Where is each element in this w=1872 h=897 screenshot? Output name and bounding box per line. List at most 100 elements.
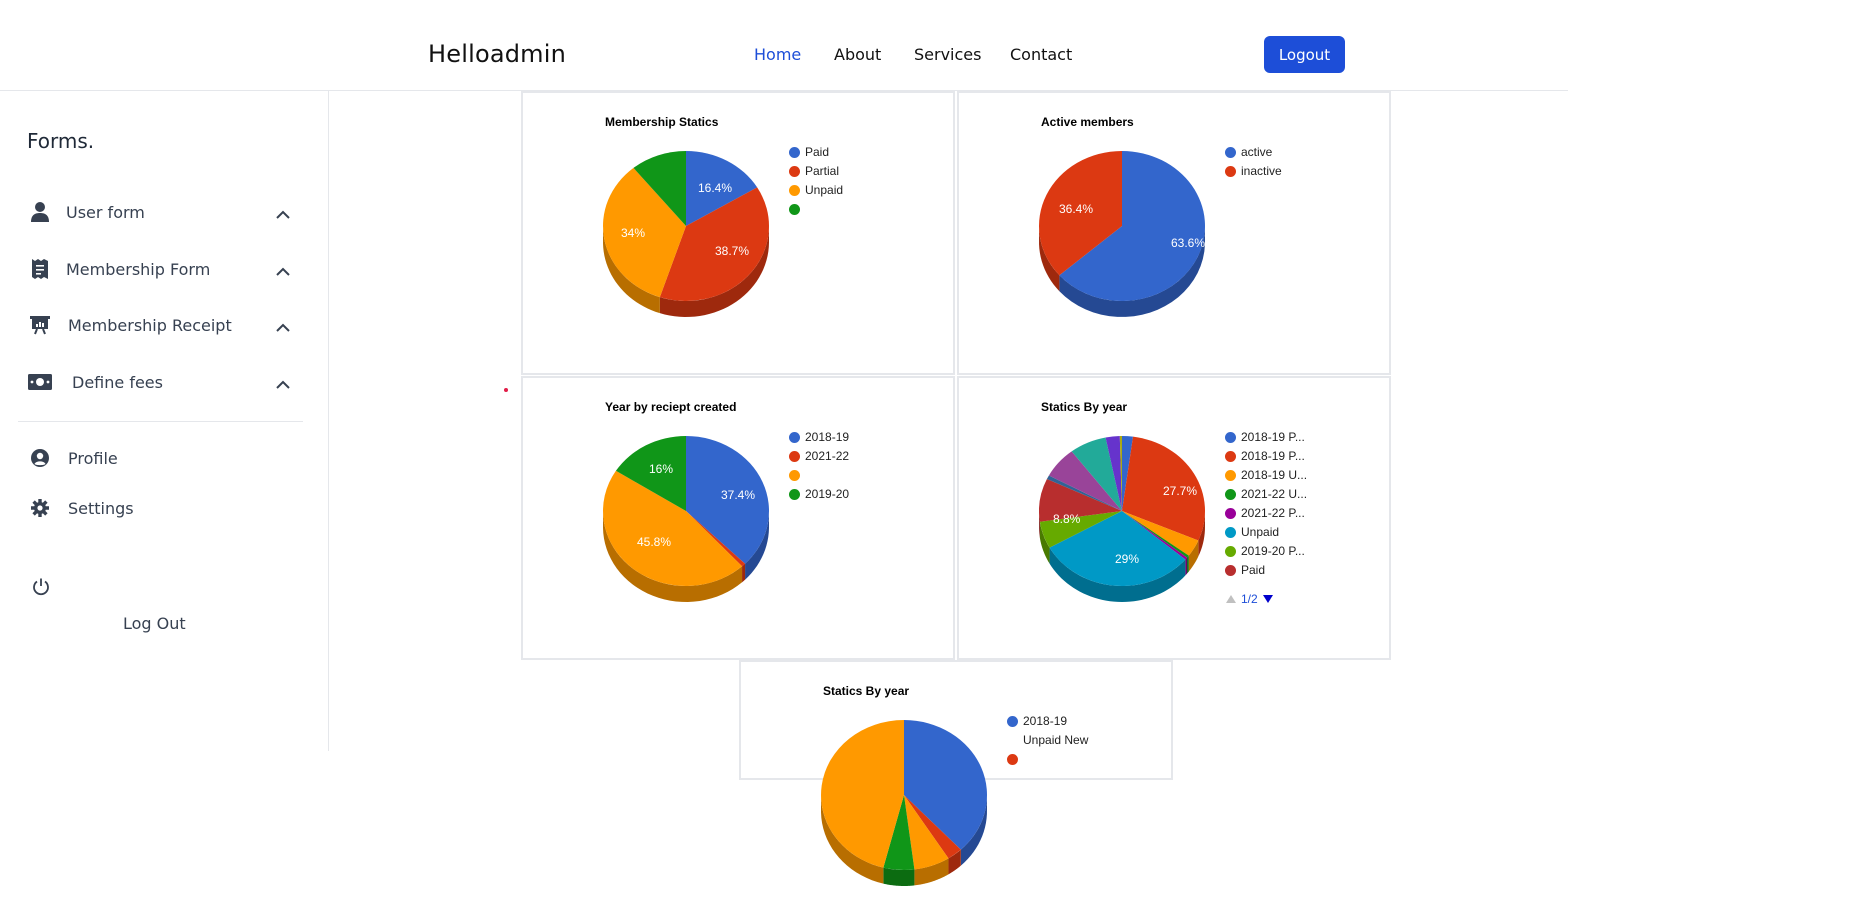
- user-circle-icon: [26, 446, 54, 470]
- sidebar-item-label: Settings: [68, 498, 134, 518]
- legend-item[interactable]: Paid: [1225, 563, 1307, 582]
- slice-label: 8.8%: [1053, 512, 1081, 526]
- chevron-up-icon[interactable]: [276, 374, 290, 393]
- receipt-icon: [26, 257, 54, 281]
- pager-prev-icon[interactable]: [1225, 594, 1237, 604]
- legend-item[interactable]: 2019-20: [789, 487, 849, 506]
- legend-item[interactable]: active: [1225, 145, 1282, 164]
- legend-item[interactable]: 2018-19: [1007, 714, 1088, 733]
- legend-dot: [789, 451, 800, 462]
- sidebar-item-label: Define fees: [72, 372, 163, 392]
- chart-title: Active members: [1041, 115, 1134, 129]
- pie-chart-statics-by-year: 27.7% 29% 8.8%: [1039, 436, 1206, 602]
- legend-item[interactable]: Partial: [789, 164, 843, 183]
- pie-slices: [603, 436, 770, 602]
- legend-dot: [1225, 489, 1236, 500]
- legend-dot: [1225, 166, 1236, 177]
- sidebar-item-label: Profile: [68, 448, 118, 468]
- chart-title: Statics By year: [823, 684, 910, 698]
- chevron-up-icon[interactable]: [276, 261, 290, 280]
- legend-dot: [1225, 451, 1236, 462]
- pie-wall-1: [742, 563, 746, 583]
- legend-item[interactable]: 2021-22: [789, 449, 849, 468]
- gear-icon: [26, 496, 54, 520]
- slice-label: 63.6%: [1171, 236, 1205, 250]
- legend-item[interactable]: 2021-22 U...: [1225, 487, 1307, 506]
- legend-dot: [1225, 565, 1236, 576]
- sidebar-title: Forms.: [27, 129, 95, 153]
- presentation-icon: [26, 313, 54, 337]
- pie-chart-year-by-receipt: 37.4% 45.8% 16%: [603, 436, 770, 602]
- legend-item[interactable]: inactive: [1225, 164, 1282, 183]
- slice-label: 29%: [1115, 552, 1139, 566]
- legend-item-continued: Unpaid New: [1023, 733, 1089, 747]
- legend-dot: [1225, 147, 1236, 158]
- legend-item[interactable]: 2019-20 P...: [1225, 544, 1307, 563]
- legend-item[interactable]: Paid: [789, 145, 843, 164]
- chart-legend: 2018-19 2021-22 2019-20: [789, 430, 849, 506]
- legend-dot: [789, 489, 800, 500]
- sidebar-item-membership-receipt[interactable]: Membership Receipt: [26, 310, 296, 340]
- sidebar-logout[interactable]: Log Out: [123, 614, 186, 633]
- slice-label: 38.7%: [715, 244, 749, 258]
- legend-item[interactable]: 2018-19 P...: [1225, 449, 1307, 468]
- slice-label: 34%: [621, 226, 645, 240]
- pie-slices: [821, 720, 987, 886]
- chart-legend: 2018-19 Unpaid New: [1007, 714, 1088, 771]
- legend-item[interactable]: 2018-19: [789, 430, 849, 449]
- sidebar-item-profile[interactable]: Profile: [26, 443, 296, 473]
- sidebar-item-define-fees[interactable]: Define fees: [26, 367, 296, 397]
- logout-button[interactable]: Logout: [1264, 36, 1345, 73]
- sidebar-item-membership-form[interactable]: Membership Form: [26, 254, 296, 284]
- sidebar: Forms. User form Membership Form Members…: [0, 91, 329, 751]
- legend-dot: [1225, 432, 1236, 443]
- top-header: Helloadmin Home About Services Contact L…: [0, 0, 1568, 91]
- pie-wall-3: [883, 867, 915, 886]
- chart-title: Year by reciept created: [605, 400, 737, 414]
- pager-text: 1/2: [1241, 592, 1258, 606]
- user-icon: [26, 200, 54, 224]
- legend-dot: [789, 166, 800, 177]
- sidebar-divider: [18, 421, 303, 422]
- nav-contact[interactable]: Contact: [1010, 45, 1072, 64]
- legend-dot: [1225, 508, 1236, 519]
- chart-card-membership-statics: Membership Statics 16.4% 38.7% 34% Paid …: [521, 91, 955, 375]
- legend-dot: [789, 470, 800, 481]
- sidebar-item-settings[interactable]: Settings: [26, 493, 296, 523]
- power-icon[interactable]: [31, 577, 51, 601]
- legend-item[interactable]: Unpaid: [1225, 525, 1307, 544]
- legend-dot: [789, 185, 800, 196]
- legend-item[interactable]: Unpaid: [789, 183, 843, 202]
- nav-about[interactable]: About: [834, 45, 881, 64]
- slice-label: 37.4%: [721, 488, 755, 502]
- slice-label: 16.4%: [698, 181, 732, 195]
- brand-title[interactable]: Helloadmin: [428, 40, 566, 68]
- legend-dot: [1225, 546, 1236, 557]
- pie-chart-statics-by-year-2: [821, 720, 987, 886]
- chart-legend: active inactive: [1225, 145, 1282, 183]
- pager-next-icon[interactable]: [1262, 594, 1274, 604]
- pie-wall-3: [1187, 555, 1189, 574]
- slice-label: 16%: [649, 462, 673, 476]
- nav-home[interactable]: Home: [754, 45, 801, 64]
- chart-legend: Paid Partial Unpaid: [789, 145, 843, 221]
- legend-item[interactable]: [789, 468, 849, 487]
- nav-services[interactable]: Services: [914, 45, 981, 64]
- legend-item[interactable]: 2018-19 U...: [1225, 468, 1307, 487]
- chevron-up-icon[interactable]: [276, 317, 290, 336]
- legend-item[interactable]: [1007, 752, 1088, 771]
- sidebar-item-label: Membership Receipt: [68, 315, 232, 335]
- legend-item[interactable]: 2021-22 P...: [1225, 506, 1307, 525]
- chevron-up-icon[interactable]: [276, 204, 290, 223]
- legend-dot: [1225, 470, 1236, 481]
- sidebar-item-label: Membership Form: [66, 259, 211, 279]
- chart-card-statics-by-year: Statics By year 27.7% 29% 8.8% 2018-19 P…: [957, 376, 1391, 660]
- legend-item[interactable]: 2018-19 P...: [1225, 430, 1307, 449]
- legend-item[interactable]: [789, 202, 843, 221]
- indicator-dot: [504, 388, 508, 392]
- money-icon: [26, 370, 54, 394]
- pie-chart-membership-statics: 16.4% 38.7% 34%: [603, 151, 769, 317]
- chart-title: Membership Statics: [605, 115, 719, 129]
- chart-card-statics-by-year-2: Statics By year 2018-19 Unpaid New: [739, 660, 1173, 886]
- sidebar-item-user-form[interactable]: User form: [26, 197, 296, 227]
